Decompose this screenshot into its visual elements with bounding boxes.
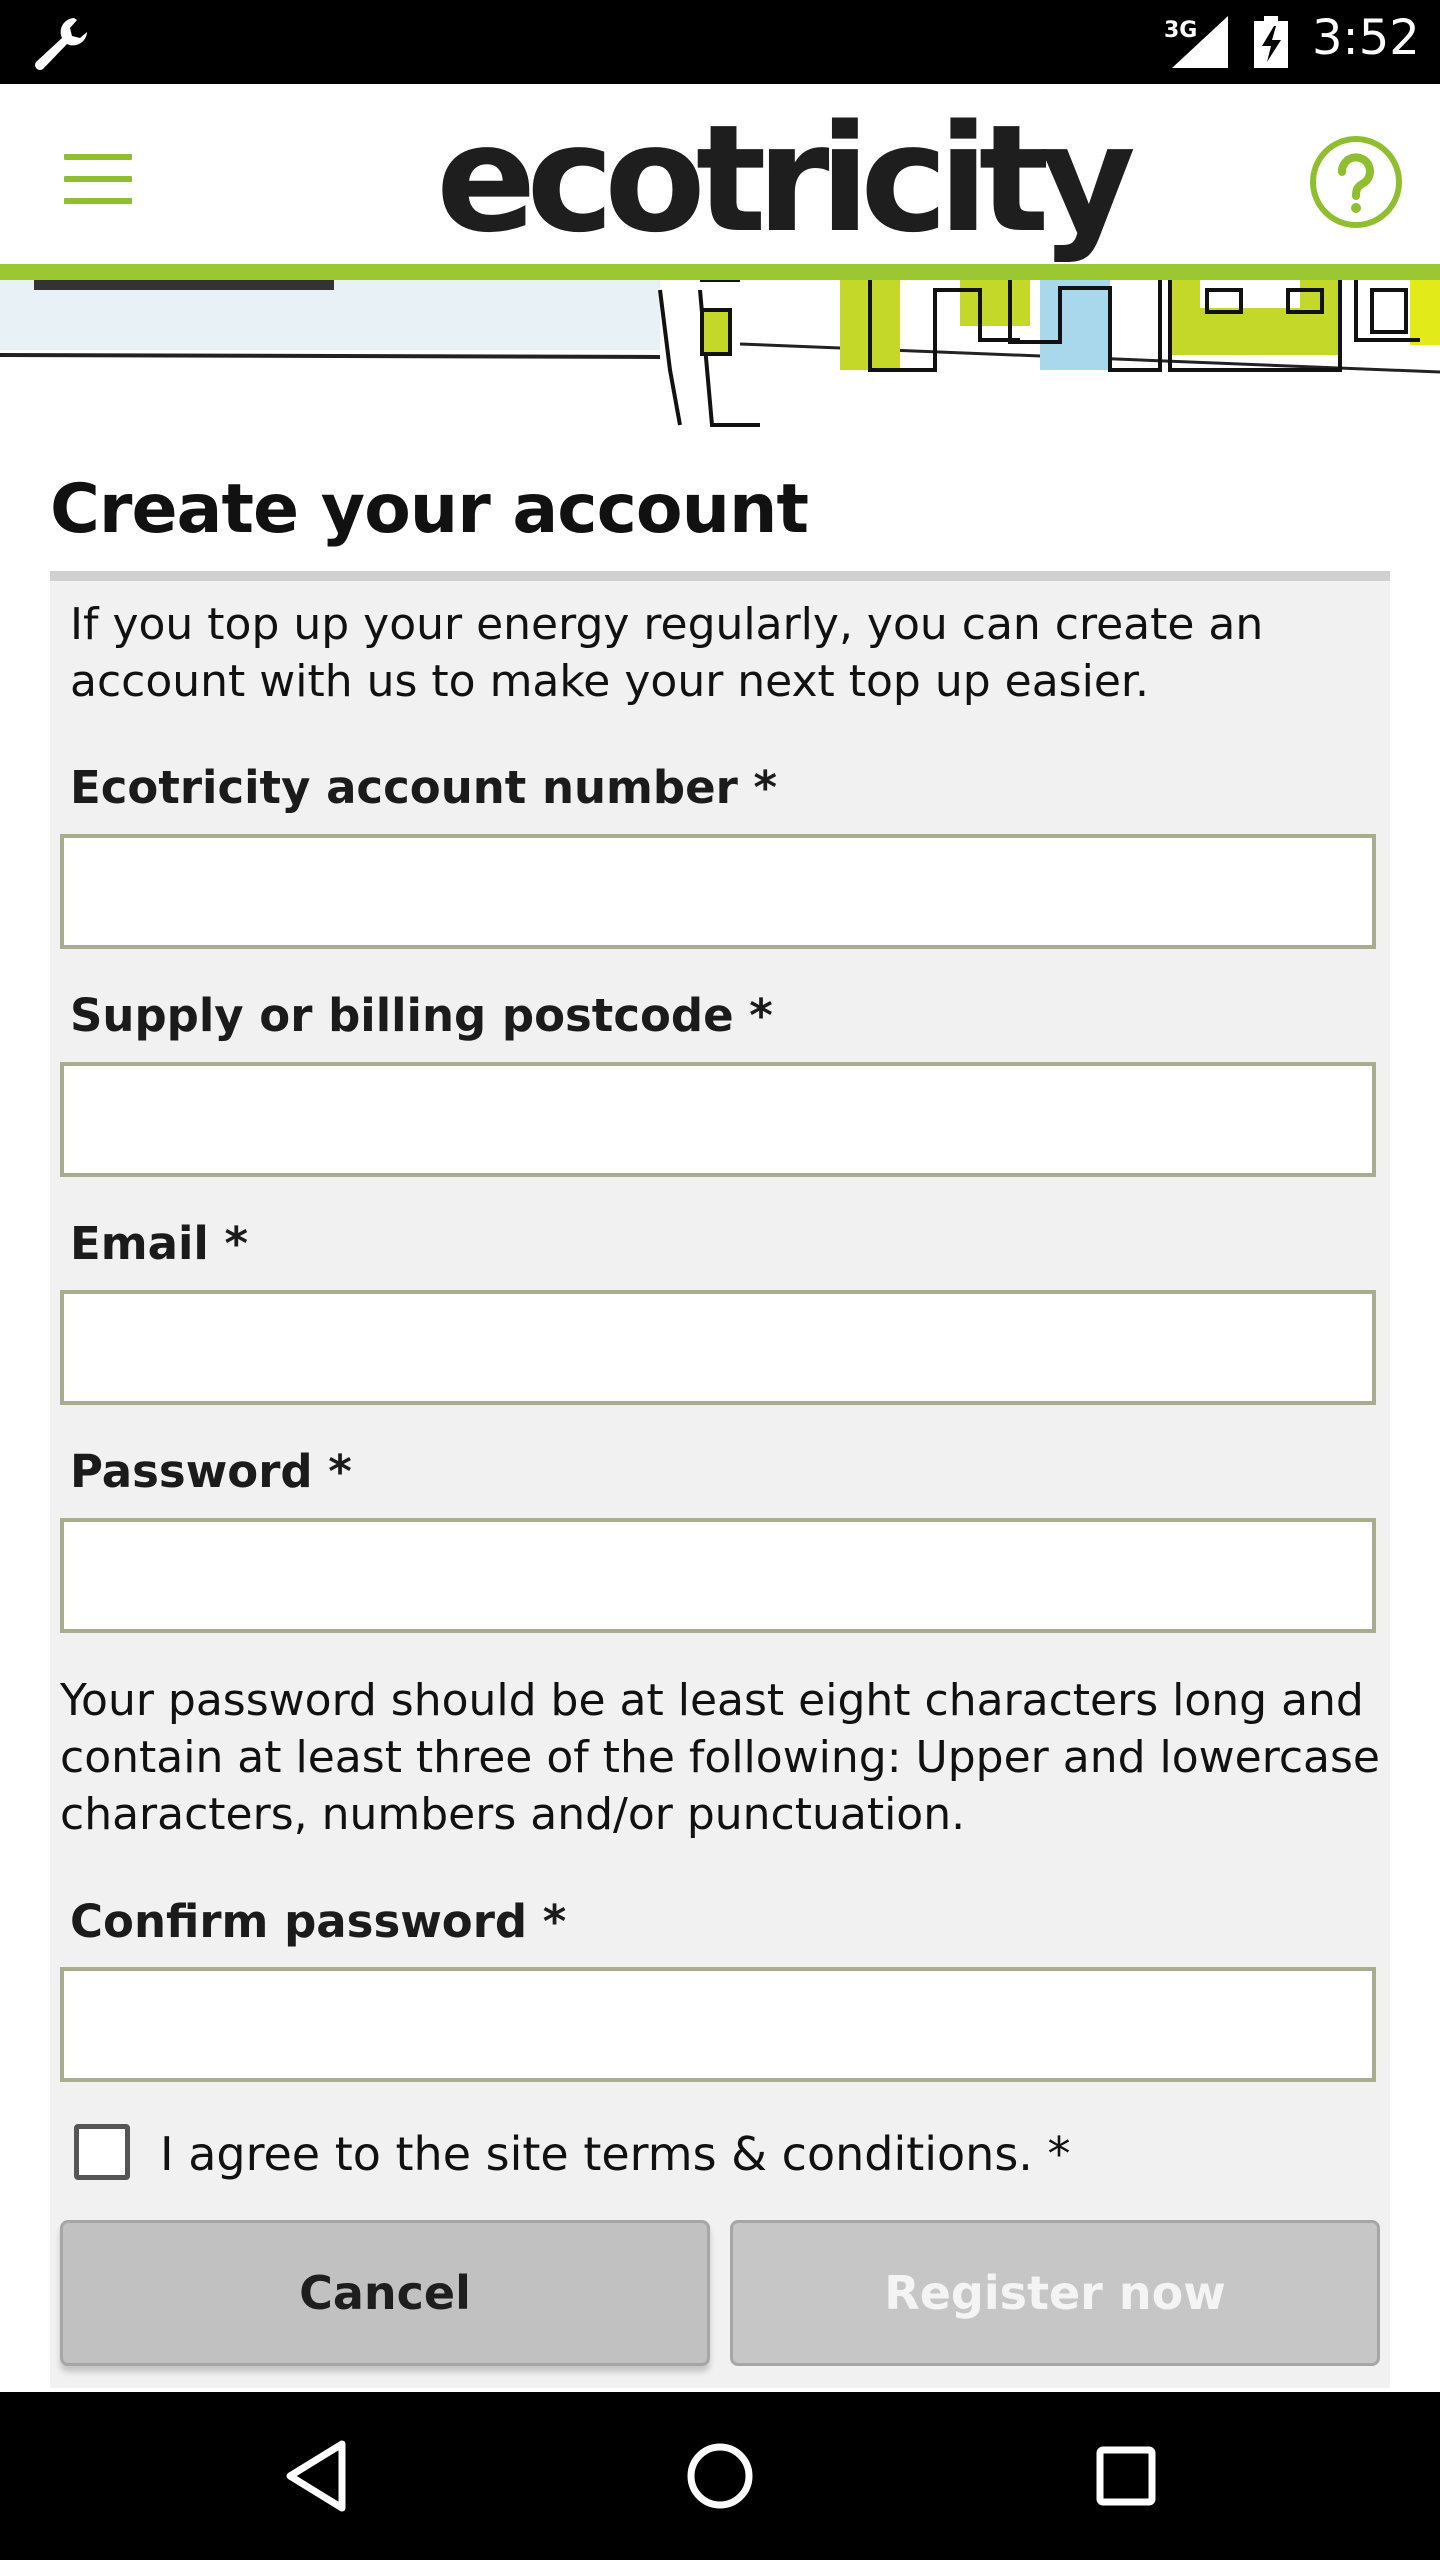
system-nav-bar <box>0 2392 1440 2560</box>
terms-checkbox[interactable] <box>74 2124 130 2180</box>
app-header: ecotricity <box>0 84 1440 264</box>
password-requirements-text: Your password should be at least eight c… <box>60 1675 1380 1840</box>
postcode-label: Supply or billing postcode * <box>70 989 773 1042</box>
signal-icon <box>1172 16 1228 68</box>
home-icon[interactable] <box>684 2436 756 2516</box>
password-input[interactable] <box>60 1518 1376 1633</box>
help-circle-icon[interactable] <box>1308 134 1404 230</box>
email-input[interactable] <box>60 1290 1376 1405</box>
clock: 3:52 <box>1312 10 1420 66</box>
wrench-icon <box>35 18 87 70</box>
confirm-password-input[interactable] <box>60 1967 1376 2082</box>
password-label: Password * <box>70 1445 352 1498</box>
recents-icon[interactable] <box>1090 2436 1162 2516</box>
header-accent-stripe <box>0 264 1440 280</box>
banner-illustration <box>0 280 1440 430</box>
title-divider <box>50 571 1390 581</box>
cancel-button[interactable]: Cancel <box>60 2220 710 2366</box>
battery-charging-icon <box>1254 16 1288 68</box>
status-bar: 3G 3:52 <box>0 0 1440 84</box>
postcode-input[interactable] <box>60 1062 1376 1177</box>
intro-text: If you top up your energy regularly, you… <box>70 599 1264 707</box>
page-title: Create your account <box>50 470 809 549</box>
account-number-label: Ecotricity account number * <box>70 761 778 814</box>
account-number-input[interactable] <box>60 834 1376 949</box>
hamburger-menu-icon[interactable] <box>64 154 132 204</box>
register-now-button[interactable]: Register now <box>730 2220 1380 2366</box>
back-icon[interactable] <box>280 2436 352 2516</box>
terms-label[interactable]: I agree to the site terms & conditions. … <box>160 2124 1071 2184</box>
ecotricity-logo[interactable]: ecotricity <box>436 94 1136 264</box>
email-label: Email * <box>70 1217 249 1270</box>
app-screen: 3G 3:52 ecotricity Create your account I… <box>0 0 1440 2560</box>
confirm-password-label: Confirm password * <box>70 1895 567 1948</box>
